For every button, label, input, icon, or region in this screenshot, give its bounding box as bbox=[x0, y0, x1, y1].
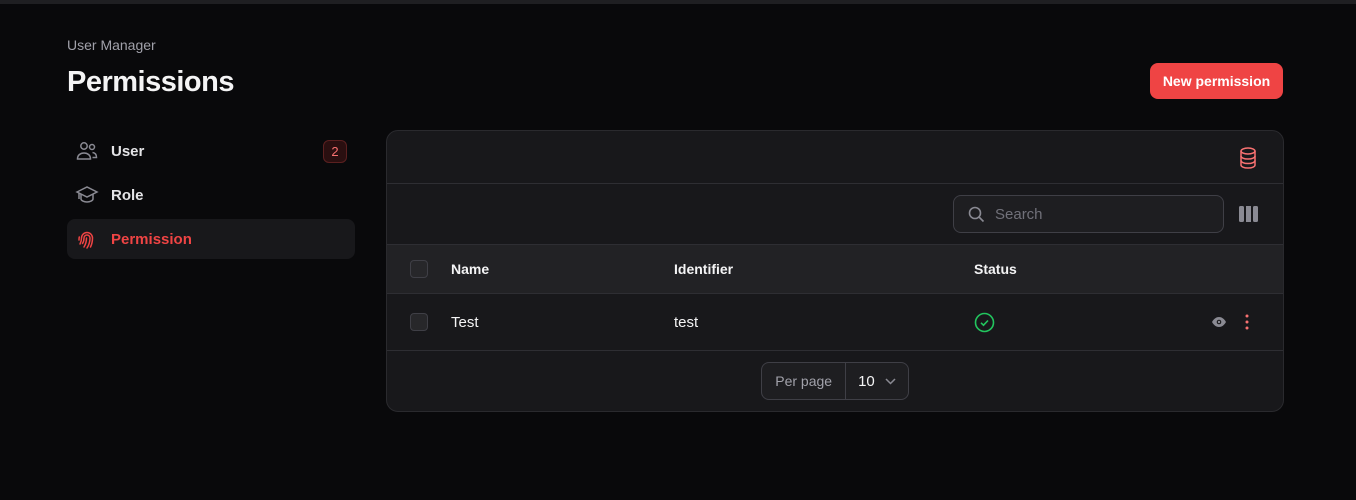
sidebar-item-label: Permission bbox=[111, 230, 192, 248]
table-header: Name Identifier Status bbox=[387, 245, 1283, 294]
per-page-select[interactable]: Per page 10 bbox=[761, 362, 909, 400]
users-icon bbox=[76, 142, 98, 160]
column-header-identifier[interactable]: Identifier bbox=[674, 261, 733, 277]
user-count-badge: 2 bbox=[323, 139, 347, 163]
columns-toggle-icon[interactable] bbox=[1239, 206, 1258, 222]
row-checkbox[interactable] bbox=[410, 313, 428, 331]
search-field[interactable] bbox=[953, 195, 1224, 233]
database-icon[interactable] bbox=[1238, 147, 1258, 169]
permissions-table-card: Name Identifier Status Test test Per pag… bbox=[386, 130, 1284, 412]
column-header-status[interactable]: Status bbox=[974, 261, 1017, 277]
cell-name: Test bbox=[451, 313, 479, 331]
breadcrumb[interactable]: User Manager bbox=[67, 37, 156, 53]
sidebar: User 2 Role Permission bbox=[67, 131, 355, 263]
select-all-checkbox[interactable] bbox=[410, 260, 428, 278]
academic-cap-icon bbox=[75, 186, 99, 203]
new-permission-button[interactable]: New permission bbox=[1150, 63, 1283, 99]
sidebar-item-role[interactable]: Role bbox=[67, 175, 355, 215]
sidebar-item-label: User bbox=[111, 142, 145, 160]
table-row[interactable]: Test test bbox=[387, 294, 1283, 351]
sidebar-item-user[interactable]: User 2 bbox=[67, 131, 355, 171]
per-page-value: 10 bbox=[858, 372, 875, 390]
check-circle-icon bbox=[974, 312, 995, 332]
search-icon bbox=[968, 206, 985, 222]
more-actions-icon[interactable] bbox=[1241, 313, 1253, 331]
column-header-name[interactable]: Name bbox=[451, 261, 489, 277]
search-input[interactable] bbox=[995, 205, 1195, 223]
fingerprint-icon bbox=[78, 231, 94, 249]
view-eye-icon[interactable] bbox=[1211, 314, 1227, 330]
sidebar-item-label: Role bbox=[111, 186, 144, 204]
sidebar-item-permission[interactable]: Permission bbox=[67, 219, 355, 259]
chevron-down-icon bbox=[885, 377, 896, 385]
cell-identifier: test bbox=[674, 313, 699, 331]
page-title: Permissions bbox=[67, 66, 234, 98]
per-page-label: Per page bbox=[762, 363, 847, 399]
